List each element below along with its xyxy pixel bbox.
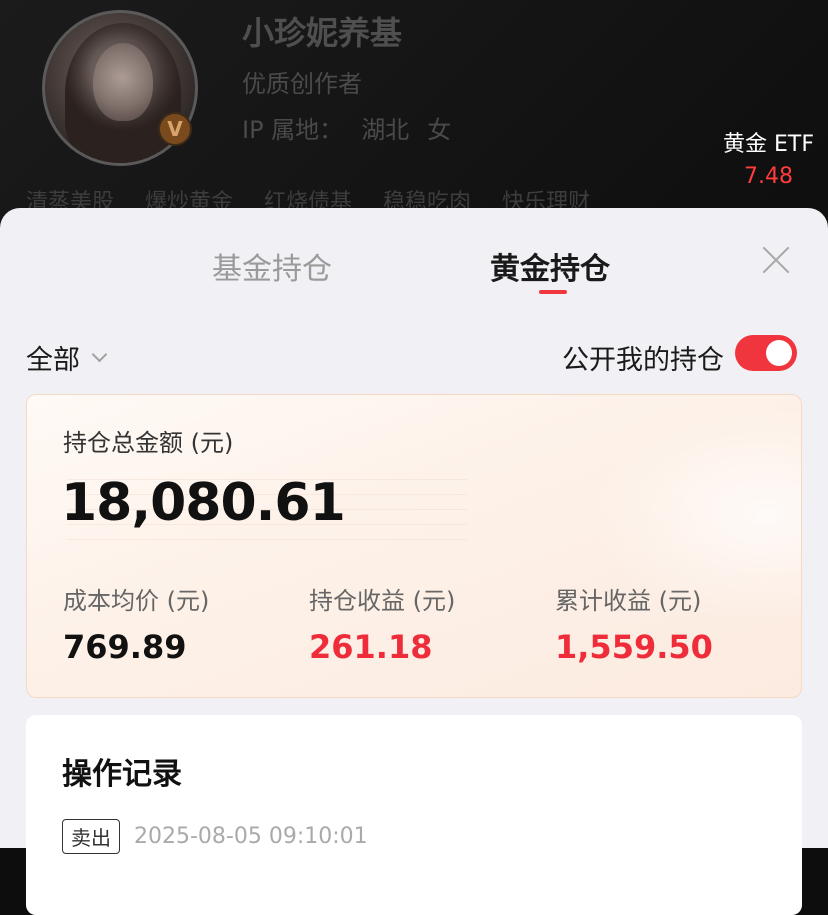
toggle-knob <box>766 340 792 366</box>
stat-cumulative-profit: 累计收益 (元) 1,559.50 <box>555 581 713 666</box>
ip-label: IP 属地： <box>242 116 344 144</box>
filter-dropdown[interactable]: 全部 <box>26 338 108 377</box>
operation-records: 操作记录 卖出 2025-08-05 09:10:01 <box>26 715 802 915</box>
ticker-gold-etf[interactable]: 黄金 ETF 7.48 <box>723 126 814 189</box>
stat-value: 1,559.50 <box>555 628 713 666</box>
ticker-name: 黄金 ETF <box>723 132 814 157</box>
stat-average-cost: 成本均价 (元) 769.89 <box>63 581 209 666</box>
nickname: 小珍妮养基 <box>242 14 403 52</box>
record-row[interactable]: 卖出 2025-08-05 09:10:01 <box>62 819 368 854</box>
total-amount-label: 持仓总金额 (元) <box>63 429 234 457</box>
filter-label: 全部 <box>26 345 80 376</box>
stat-holding-profit: 持仓收益 (元) 261.18 <box>309 581 455 666</box>
close-icon[interactable] <box>758 242 794 278</box>
stat-label: 成本均价 (元) <box>63 587 210 615</box>
stat-label: 持仓收益 (元) <box>309 587 456 615</box>
profile-header: V 小珍妮养基 优质创作者 IP 属地： 湖北女 黄金 ETF 7.48 清蒸美股… <box>0 0 828 220</box>
tab-bar: 基金持仓 黄金持仓 <box>0 244 828 304</box>
public-holding-label: 公开我的持仓 <box>562 345 724 376</box>
records-title: 操作记录 <box>62 757 182 792</box>
total-amount-value: 18,080.61 <box>61 473 346 533</box>
stat-value: 769.89 <box>63 628 187 666</box>
ticker-value: 7.48 <box>744 164 793 189</box>
record-type-badge: 卖出 <box>62 819 120 854</box>
public-holding-toggle[interactable] <box>735 335 797 371</box>
gender: 女 <box>427 116 452 144</box>
holdings-sheet: 基金持仓 黄金持仓 全部 公开我的持仓 持仓总金额 (元) 18,080.61 … <box>0 208 828 915</box>
tab-gold-holdings[interactable]: 黄金持仓 <box>490 244 610 288</box>
stat-label: 累计收益 (元) <box>555 587 702 615</box>
record-time: 2025-08-05 09:10:01 <box>134 824 368 849</box>
verified-badge-icon: V <box>158 112 192 146</box>
chevron-down-icon <box>91 346 108 363</box>
stat-value: 261.18 <box>309 628 433 666</box>
creator-label: 优质创作者 <box>242 70 362 98</box>
tab-indicator <box>539 290 567 294</box>
ip-location-row: IP 属地： 湖北女 <box>242 110 469 145</box>
holding-summary-card: 持仓总金额 (元) 18,080.61 成本均价 (元) 769.89 持仓收益… <box>26 394 802 698</box>
avatar-face <box>93 43 153 121</box>
ip-location: 湖北 <box>361 116 410 144</box>
tab-fund-holdings[interactable]: 基金持仓 <box>212 244 332 288</box>
